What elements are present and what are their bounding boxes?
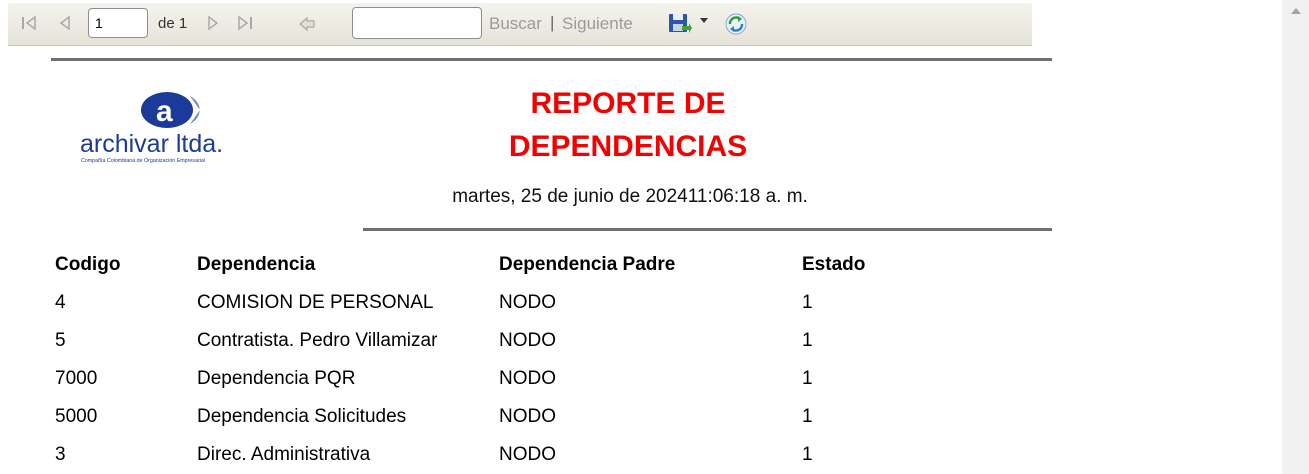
cell-codigo: 7000	[55, 368, 98, 389]
cell-codigo: 5000	[55, 406, 98, 427]
column-header-estado: Estado	[802, 254, 866, 275]
cell-estado: 1	[802, 368, 813, 389]
cell-dependencia-padre: NODO	[499, 330, 556, 351]
back-icon[interactable]	[298, 17, 316, 31]
previous-page-icon[interactable]	[58, 15, 72, 31]
column-header-dependencia-padre: Dependencia Padre	[499, 254, 676, 275]
vertical-scrollbar[interactable]	[1282, 0, 1309, 474]
save-export-icon[interactable]	[668, 12, 692, 36]
find-link[interactable]: Buscar	[489, 14, 542, 34]
cell-estado: 1	[802, 330, 813, 351]
column-header-codigo: Codigo	[55, 254, 121, 275]
toolbar-separator: |	[550, 13, 555, 32]
report-title-line1: REPORTE DE	[530, 87, 726, 120]
search-input[interactable]	[352, 7, 482, 39]
report-datetime: martes, 25 de junio de 202411:06:18 a. m…	[452, 186, 808, 207]
refresh-icon[interactable]	[724, 12, 748, 36]
header-rule	[363, 228, 1052, 231]
cell-dependencia: COMISION DE PERSONAL	[197, 292, 434, 313]
cell-dependencia: Direc. Administrativa	[197, 444, 371, 465]
first-page-icon[interactable]	[20, 15, 38, 31]
page-number-input[interactable]: 1	[88, 8, 148, 38]
cell-dependencia: Dependencia PQR	[197, 368, 356, 389]
report-toolbar: 1 de 1 Buscar | Siguiente	[8, 3, 1032, 46]
logo-letter: a	[156, 95, 173, 128]
archivar-logo: a archivar ltda. Compañía Colombiana de …	[80, 92, 223, 164]
total-pages-label: de 1	[158, 15, 188, 32]
cell-estado: 1	[802, 292, 813, 313]
cell-dependencia: Contratista. Pedro Villamizar	[197, 330, 438, 351]
next-page-icon[interactable]	[206, 15, 220, 31]
cell-codigo: 5	[55, 330, 66, 351]
cell-estado: 1	[802, 406, 813, 427]
cell-dependencia-padre: NODO	[499, 368, 556, 389]
cell-dependencia-padre: NODO	[499, 406, 556, 427]
last-page-icon[interactable]	[236, 15, 254, 31]
scroll-up-arrow-icon[interactable]	[1291, 8, 1301, 14]
report-title: REPORTE DE DEPENDENCIAS	[478, 82, 778, 168]
cell-codigo: 4	[55, 292, 66, 313]
report-title-line2: DEPENDENCIAS	[508, 130, 748, 163]
cell-codigo: 3	[55, 444, 66, 465]
top-rule	[51, 58, 1052, 61]
logo-tagline: Compañía Colombiana de Organización Empr…	[81, 158, 205, 164]
logo-text: archivar ltda.	[80, 130, 223, 158]
cell-estado: 1	[802, 444, 813, 465]
cell-dependencia: Dependencia Solicitudes	[197, 406, 407, 427]
dropdown-arrow-icon[interactable]	[700, 18, 708, 24]
cell-dependencia-padre: NODO	[499, 292, 556, 313]
find-next-link[interactable]: Siguiente	[562, 14, 633, 34]
column-header-dependencia: Dependencia	[197, 254, 316, 275]
cell-dependencia-padre: NODO	[499, 444, 556, 465]
